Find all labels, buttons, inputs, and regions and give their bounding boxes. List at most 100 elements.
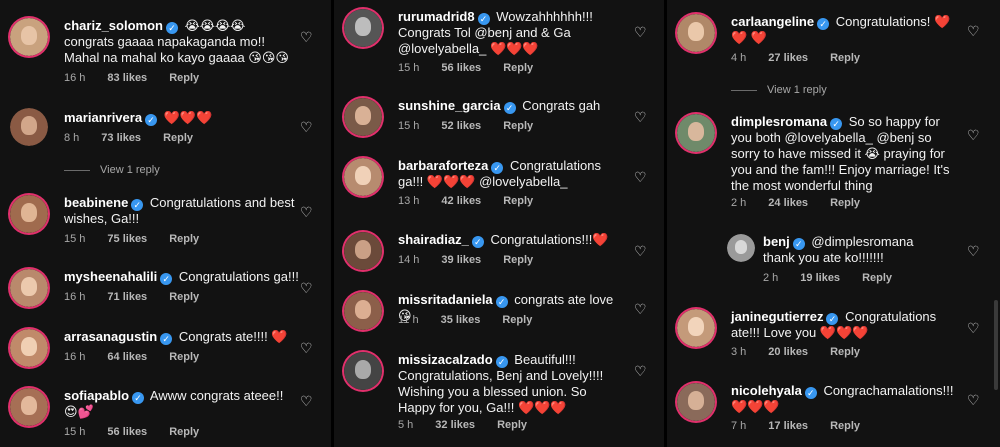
heart-outline-icon[interactable]: ♡ [967, 244, 981, 258]
comment-time: 15 h [398, 62, 420, 74]
heart-outline-icon[interactable]: ♡ [300, 30, 314, 44]
scrollbar[interactable] [994, 300, 998, 390]
heart-outline-icon[interactable]: ♡ [300, 281, 314, 295]
reply-button[interactable]: Reply [830, 420, 860, 432]
username[interactable]: arrasanagustin [64, 329, 157, 344]
reply-button[interactable]: Reply [169, 233, 199, 245]
verified-badge-icon: ✓ [495, 296, 508, 308]
username[interactable]: sunshine_garcia [398, 98, 501, 113]
likes-count[interactable]: 39 likes [441, 254, 481, 266]
avatar[interactable] [344, 352, 382, 390]
username[interactable]: rurumadrid8 [398, 9, 475, 24]
heart-outline-icon[interactable]: ♡ [634, 364, 648, 378]
likes-count[interactable]: 71 likes [107, 291, 147, 303]
comment-time: 15 h [398, 120, 420, 132]
likes-count[interactable]: 24 likes [768, 197, 808, 209]
avatar[interactable] [344, 98, 382, 136]
likes-count[interactable]: 52 likes [441, 120, 481, 132]
reply-button[interactable]: Reply [169, 72, 199, 84]
reply-button[interactable]: Reply [169, 291, 199, 303]
comment-time: 4 h [731, 52, 747, 64]
comment: janinegutierrez ✓ Congratulations ate!!! … [677, 309, 987, 365]
heart-outline-icon[interactable]: ♡ [300, 120, 314, 134]
avatar[interactable] [10, 388, 48, 426]
avatar[interactable] [344, 292, 382, 330]
avatar[interactable] [10, 329, 48, 367]
reply-button[interactable]: Reply [830, 346, 860, 358]
username[interactable]: barbaraforteza [398, 158, 488, 173]
comment: dimplesromana ✓ So so happy for you both … [677, 114, 987, 214]
likes-count[interactable]: 17 likes [768, 420, 808, 432]
likes-count[interactable]: 73 likes [101, 132, 141, 144]
likes-count[interactable]: 56 likes [441, 62, 481, 74]
reply-button[interactable]: Reply [503, 120, 533, 132]
likes-count[interactable]: 20 likes [768, 346, 808, 358]
avatar[interactable] [344, 9, 382, 47]
username[interactable]: dimplesromana [731, 114, 827, 129]
avatar[interactable] [677, 309, 715, 347]
reply-button[interactable]: Reply [497, 419, 527, 431]
likes-count[interactable]: 27 likes [768, 52, 808, 64]
heart-outline-icon[interactable]: ♡ [300, 205, 314, 219]
username[interactable]: shairadiaz_ [398, 232, 469, 247]
likes-count[interactable]: 19 likes [800, 272, 840, 284]
reply-button[interactable]: Reply [503, 254, 533, 266]
reply-button[interactable]: Reply [830, 197, 860, 209]
avatar[interactable] [677, 114, 715, 152]
heart-outline-icon[interactable]: ♡ [634, 110, 648, 124]
username[interactable]: janinegutierrez [731, 309, 823, 324]
heart-outline-icon[interactable]: ♡ [634, 25, 648, 39]
reply-button[interactable]: Reply [503, 62, 533, 74]
heart-outline-icon[interactable]: ♡ [967, 321, 981, 335]
avatar[interactable] [10, 269, 48, 307]
username[interactable]: chariz_solomon [64, 18, 163, 33]
username[interactable]: sofiapablo [64, 388, 129, 403]
username[interactable]: beabinene [64, 195, 128, 210]
likes-count[interactable]: 83 likes [107, 72, 147, 84]
heart-outline-icon[interactable]: ♡ [967, 24, 981, 38]
username[interactable]: marianrivera [64, 110, 142, 125]
verified-badge-icon: ✓ [491, 162, 504, 174]
reply-button[interactable]: Reply [502, 314, 532, 326]
reply-button[interactable]: Reply [163, 132, 193, 144]
likes-count[interactable]: 64 likes [107, 351, 147, 363]
likes-count[interactable]: 32 likes [435, 419, 475, 431]
avatar[interactable] [727, 234, 755, 262]
likes-count[interactable]: 56 likes [107, 426, 147, 438]
reply-button[interactable]: Reply [830, 52, 860, 64]
avatar[interactable] [10, 108, 48, 146]
heart-outline-icon[interactable]: ♡ [967, 393, 981, 407]
avatar[interactable] [677, 383, 715, 421]
reply-button[interactable]: Reply [503, 195, 533, 207]
heart-outline-icon[interactable]: ♡ [634, 244, 648, 258]
reply-button[interactable]: Reply [862, 272, 892, 284]
heart-outline-icon[interactable]: ♡ [300, 394, 314, 408]
heart-outline-icon[interactable]: ♡ [634, 170, 648, 184]
username[interactable]: nicolehyala [731, 383, 802, 398]
avatar[interactable] [10, 18, 48, 56]
username[interactable]: benj [763, 234, 790, 249]
comment: missizacalzado ✓ Beautiful!!! Congratulat… [344, 352, 654, 440]
avatar[interactable] [344, 158, 382, 196]
view-replies-button[interactable]: View 1 reply [731, 84, 827, 96]
likes-count[interactable]: 75 likes [107, 233, 147, 245]
heart-outline-icon[interactable]: ♡ [967, 128, 981, 142]
username[interactable]: mysheenahalili [64, 269, 157, 284]
view-replies-button[interactable]: View 1 reply [64, 164, 160, 176]
comment: chariz_solomon ✓ 😭😭😭😭 congrats gaaaa napa… [10, 18, 320, 88]
reply-button[interactable]: Reply [169, 351, 199, 363]
comment-time: 3 h [731, 346, 747, 358]
comment-time: 13 h [398, 195, 420, 207]
username[interactable]: missizacalzado [398, 352, 493, 367]
likes-count[interactable]: 35 likes [441, 314, 481, 326]
avatar[interactable] [344, 232, 382, 270]
avatar[interactable] [677, 14, 715, 52]
likes-count[interactable]: 42 likes [441, 195, 481, 207]
avatar[interactable] [10, 195, 48, 233]
heart-outline-icon[interactable]: ♡ [300, 341, 314, 355]
reply-button[interactable]: Reply [169, 426, 199, 438]
comment: sunshine_garcia ✓ Congrats gah 15 h 52 lik… [344, 98, 654, 138]
heart-outline-icon[interactable]: ♡ [634, 302, 648, 316]
username[interactable]: carlaangeline [731, 14, 814, 29]
username[interactable]: missritadaniela [398, 292, 493, 307]
